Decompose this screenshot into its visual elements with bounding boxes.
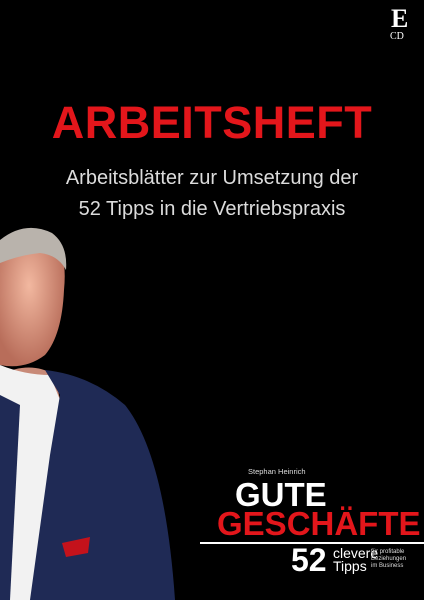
tips-word-2: Tipps bbox=[333, 558, 367, 574]
tagline-line-1: für profitable bbox=[371, 549, 405, 555]
tagline-line-2: Beziehungen bbox=[371, 556, 407, 562]
book-title-line-2: GESCHÄFTE bbox=[217, 505, 421, 542]
book-author: Stephan Heinrich bbox=[248, 467, 306, 476]
author-portrait bbox=[0, 227, 175, 600]
subtitle-line-2: 52 Tipps in die Vertriebspraxis bbox=[78, 198, 346, 220]
tips-count: 52 bbox=[291, 542, 327, 578]
cover-title: ARBEITSHEFT bbox=[51, 97, 373, 148]
logo-subtext: CD bbox=[390, 31, 404, 42]
logo-letter: E bbox=[391, 4, 409, 33]
tagline-line-3: im Business bbox=[371, 563, 404, 569]
subtitle-line-1: Arbeitsblätter zur Umsetzung der bbox=[65, 167, 359, 189]
